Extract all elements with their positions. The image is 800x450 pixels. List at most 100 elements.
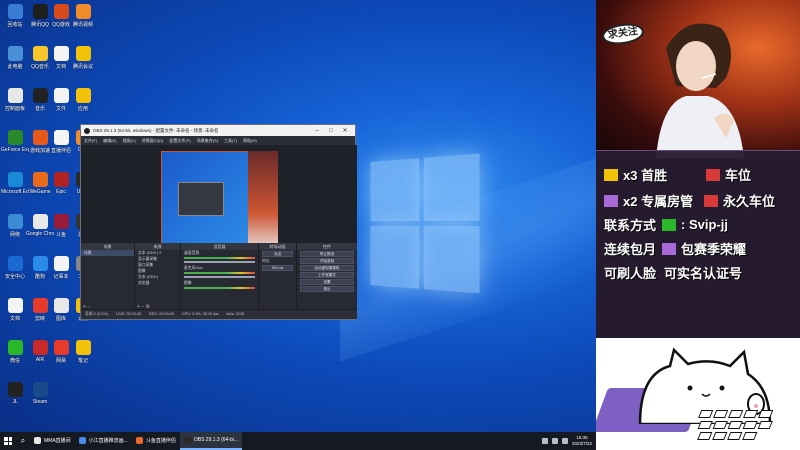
keyboard-icon: [684, 408, 796, 448]
app-icon: [32, 382, 48, 397]
app-icon: [75, 46, 91, 61]
input-method-icon[interactable]: [561, 438, 568, 444]
desktop-icon[interactable]: 腾讯视频: [72, 4, 94, 38]
virtual-camera-button[interactable]: 启动虚拟摄像机: [300, 265, 354, 271]
taskbar-app[interactable]: OBS 29.1.3 (64-bi...: [179, 432, 243, 450]
menu-view[interactable]: 视图(V): [122, 138, 135, 144]
gem-icon: [604, 194, 618, 207]
app-icon: [32, 214, 48, 229]
row-text: 永久车位: [723, 194, 776, 209]
desktop-icon[interactable]: GeForce Experience: [1, 130, 29, 164]
taskbar-app-icon: [135, 436, 143, 444]
app-icon: [7, 130, 23, 145]
status-bitrate: kb/s: 3245: [226, 312, 245, 316]
network-icon[interactable]: [541, 438, 548, 444]
volume-fader[interactable]: [184, 261, 255, 263]
source-item[interactable]: 浏览器: [135, 280, 180, 286]
mixer-channel-label: 桌面音频: [184, 251, 200, 255]
obs-menubar: 文件(F) 编辑(E) 视图(V) 停靠窗口(D) 配置文件(P) 场景集合(S…: [81, 136, 355, 145]
row-text: 可实名认证号: [664, 266, 743, 281]
transitions-dock: 转场动画 淡出 时长 300 ms: [259, 243, 297, 311]
search-icon[interactable]: ⌕: [16, 432, 30, 450]
obs-titlebar[interactable]: OBS 29.1.3 (64-bit, windows) - 配置文件: 未命名…: [81, 125, 355, 136]
info-box: x3 首胜 车位 x2 专属房管 永久车位 联系方式 : Svip-jj 连续包…: [596, 150, 800, 340]
menu-tools[interactable]: 工具(T): [224, 138, 237, 144]
taskbar-app[interactable]: 小江直播推流画...: [75, 432, 132, 450]
scenes-header: 场景: [81, 243, 134, 250]
desktop-icon[interactable]: 此电脑: [4, 46, 26, 80]
ticket-icon: [604, 168, 618, 181]
app-icon: [75, 88, 91, 103]
volume-icon[interactable]: [551, 438, 558, 444]
desktop-icon[interactable]: 网络: [4, 214, 26, 248]
app-icon: [53, 172, 69, 187]
app-icon: [75, 340, 91, 355]
menu-help[interactable]: 帮助(H): [243, 138, 257, 144]
settings-button[interactable]: 设置: [300, 279, 354, 285]
taskbar-app[interactable]: MMA直播间: [30, 432, 75, 450]
obs-title: OBS 29.1.3 (64-bit, windows) - 配置文件: 未命名…: [93, 127, 219, 133]
status-live: LIVE: 00:23:45: [116, 312, 142, 316]
info-row: 联系方式 : Svip-jj: [604, 215, 728, 234]
sources-header: 来源: [135, 243, 180, 250]
system-tray: 15:35 2023/7/22: [541, 432, 596, 450]
row-text: 联系方式: [604, 218, 657, 233]
info-row: x2 专属房管: [604, 191, 693, 210]
exit-button[interactable]: 退出: [300, 286, 354, 292]
app-icon: [7, 88, 23, 103]
clock[interactable]: 15:35 2023/7/22: [572, 435, 592, 447]
stop-streaming-button[interactable]: 停止推流: [300, 251, 354, 257]
desktop-icon-label: 此电脑: [7, 64, 23, 70]
app-icon: [7, 46, 23, 61]
menu-scene-collection[interactable]: 场景集合(S): [197, 138, 218, 144]
preview-overlay-panel: [248, 151, 278, 254]
status-rec: REC: 00:00:00: [149, 312, 175, 316]
desktop-icon[interactable]: 文档: [4, 298, 26, 332]
taskbar-apps: MMA直播间 小江直播推流画... 斗鱼直播伴侣 OBS 29.1.3 (64-bi.…: [30, 432, 243, 450]
scene-item[interactable]: 场景: [81, 250, 134, 256]
menu-file[interactable]: 文件(F): [84, 138, 97, 144]
menu-edit[interactable]: 编辑(E): [103, 138, 116, 144]
app-icon: [32, 46, 48, 61]
gem-icon: [662, 242, 677, 255]
desktop-icon-label: 控制面板: [4, 106, 25, 112]
start-recording-button[interactable]: 开始录制: [300, 258, 354, 264]
desktop-icon-label: JL: [12, 399, 18, 405]
mixer-channel-label: 麦克风/Aux: [184, 266, 203, 270]
desktop-icon[interactable]: 安全中心: [4, 256, 26, 290]
taskbar-app-icon: [34, 436, 41, 444]
studio-mode-button[interactable]: 工作室模式: [300, 272, 354, 278]
app-icon: [7, 256, 23, 271]
desktop-icon[interactable]: 应用: [72, 88, 94, 122]
taskbar-app-icon: [183, 436, 191, 444]
desktop-icon-label: 微信: [9, 358, 20, 364]
character-illustration: [656, 23, 744, 158]
maximize-icon[interactable]: □: [324, 128, 338, 134]
row-text: 可刷人脸: [604, 266, 657, 281]
wechat-icon: [662, 218, 677, 231]
desktop-icon[interactable]: 笔记: [72, 340, 94, 374]
desktop-icon[interactable]: Steam: [29, 382, 51, 416]
desktop-icon[interactable]: JL: [4, 382, 26, 416]
desktop-icon[interactable]: 微信: [4, 340, 26, 374]
menu-docks[interactable]: 停靠窗口(D): [142, 138, 164, 144]
desktop-icon[interactable]: 回收站: [4, 4, 26, 38]
desktop-icon-label: Microsoft Edge: [1, 189, 29, 195]
start-button[interactable]: [0, 432, 16, 450]
desktop-icon[interactable]: 控制面板: [4, 88, 26, 122]
menu-profile[interactable]: 配置文件(P): [169, 138, 190, 144]
info-row: 车位: [706, 165, 751, 184]
desktop-icon[interactable]: 腾讯会议: [72, 46, 94, 80]
app-icon: [7, 298, 23, 313]
taskbar-app[interactable]: 斗鱼直播伴侣: [132, 432, 180, 450]
row-text: x3 首胜: [623, 168, 668, 183]
duration-field[interactable]: 300 ms: [262, 265, 293, 271]
desktop-icon[interactable]: Microsoft Edge: [1, 172, 29, 206]
close-icon[interactable]: ✕: [338, 127, 352, 134]
desktop-icon-label: 腾讯会议: [72, 64, 93, 70]
minimize-icon[interactable]: –: [310, 128, 324, 134]
volume-fader[interactable]: [184, 276, 255, 278]
transition-select[interactable]: 淡出: [262, 251, 293, 257]
obs-window[interactable]: OBS 29.1.3 (64-bit, windows) - 配置文件: 未命名…: [80, 124, 357, 320]
anime-character-art: 求关注: [596, 0, 800, 160]
